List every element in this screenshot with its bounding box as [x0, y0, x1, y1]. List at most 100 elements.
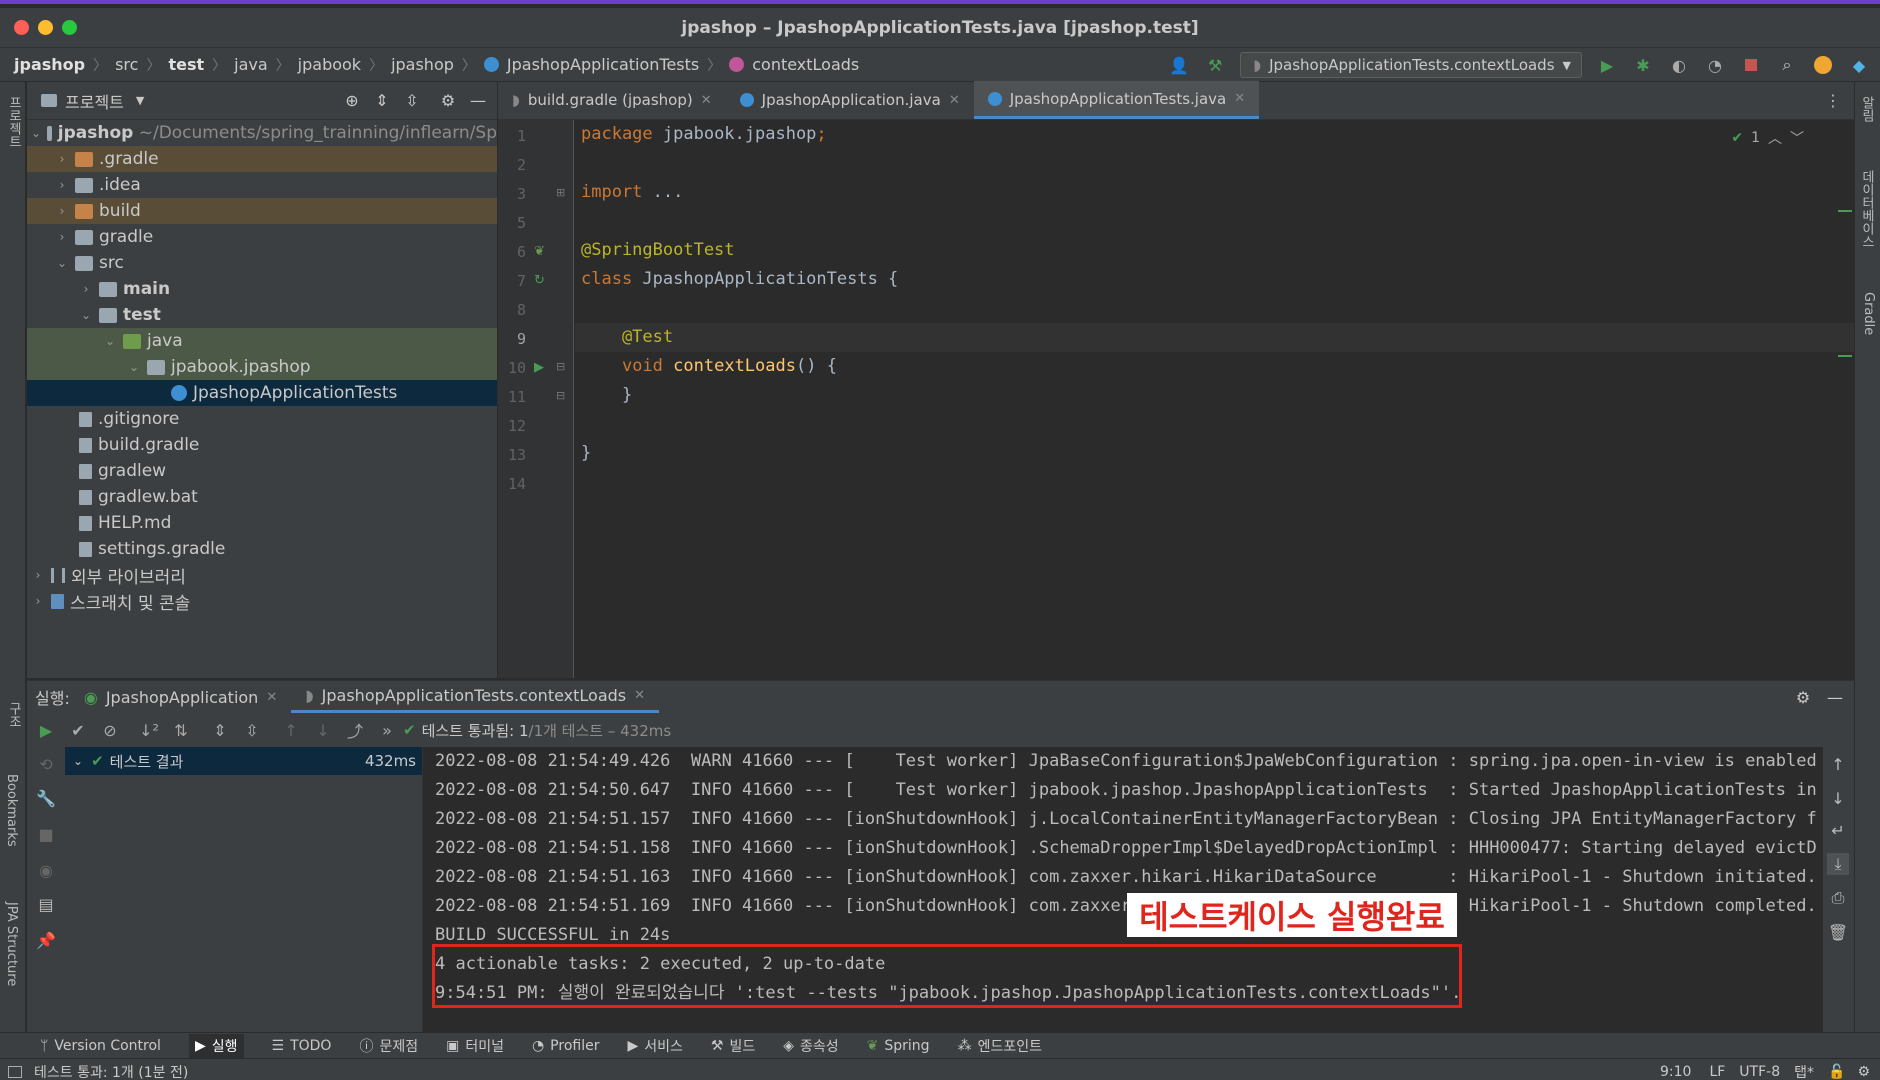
tree-item[interactable]: build.gradle [27, 432, 497, 458]
profile-icon[interactable]: ◔ [1704, 54, 1726, 76]
tab-build-gradle[interactable]: ◗ build.gradle (jpashop) ✕ [498, 81, 726, 119]
close-icon[interactable]: ✕ [634, 688, 645, 703]
sort-duration-icon[interactable]: ⇅ [170, 719, 192, 741]
wrench-icon[interactable]: 🔧 [35, 787, 57, 809]
close-icon[interactable]: ✕ [701, 93, 712, 108]
toggle-auto-test-icon[interactable]: ⟲ [35, 753, 57, 775]
chevron-up-icon[interactable]: ︿ [1768, 128, 1782, 148]
tool-todo[interactable]: ☰ TODO [272, 1038, 332, 1054]
search-icon[interactable]: ⌕ [1776, 54, 1798, 76]
code-editor[interactable]: package jpabook.jpashop; import ... @Spr… [575, 120, 1854, 678]
user-icon[interactable]: 👤 [1168, 54, 1190, 76]
expand-all-icon[interactable]: ⇕ [209, 719, 231, 741]
tool-terminal[interactable]: ▣ 터미널 [446, 1036, 504, 1056]
rerun-icon[interactable]: ▶ [35, 719, 57, 741]
tree-item[interactable]: ⌄ src [27, 250, 497, 276]
tab-jpashop-application[interactable]: JpashopApplication.java ✕ [726, 81, 974, 119]
chevron-right-icon[interactable]: › [31, 568, 45, 582]
tab-jpashop-application-tests[interactable]: JpashopApplicationTests.java ✕ [973, 81, 1260, 119]
tool-endpoints[interactable]: ⁂ 엔드포인트 [958, 1036, 1042, 1056]
chevron-down-icon[interactable]: ⌄ [79, 308, 93, 322]
tree-item[interactable]: .gitignore [27, 406, 497, 432]
run-icon[interactable]: ▶ [1596, 54, 1618, 76]
tree-item[interactable]: ⌄ jpabook.jpashop [27, 354, 497, 380]
chevron-right-icon[interactable]: › [55, 152, 69, 166]
tool-database-label[interactable]: 데이터베이스 [1857, 170, 1876, 248]
chevron-right-icon[interactable]: › [55, 204, 69, 218]
caret-position[interactable]: 9:10 [1660, 1064, 1691, 1080]
trash-icon[interactable]: 🗑 [1827, 921, 1849, 943]
zoom-window-button[interactable] [62, 20, 77, 35]
tool-dependencies[interactable]: ◈ 종속성 [783, 1036, 838, 1056]
run-tab-jpashop-application[interactable]: ◉ JpashopApplication ✕ [70, 681, 291, 713]
notifications-icon[interactable]: ⚙ [1857, 1064, 1870, 1080]
chevron-down-icon[interactable]: ⌄ [31, 126, 41, 140]
locate-icon[interactable]: ⊕ [341, 90, 363, 112]
tool-services[interactable]: ▶ 서비스 [627, 1036, 682, 1056]
breadcrumb-item[interactable]: src [115, 55, 138, 74]
import-results-icon[interactable]: ⤴ [344, 719, 366, 741]
gear-icon[interactable]: ⚙ [437, 90, 459, 112]
tree-item[interactable]: › 외부 라이브러리 [27, 562, 497, 588]
sort-alpha-icon[interactable]: ↓² [138, 719, 160, 741]
breadcrumb-item[interactable]: java [234, 55, 268, 74]
chevron-right-icon[interactable]: › [55, 178, 69, 192]
tree-item[interactable]: › build [27, 198, 497, 224]
tree-item[interactable]: gradlew.bat [27, 484, 497, 510]
chevron-down-icon[interactable]: ⌄ [103, 334, 117, 348]
breadcrumb-item[interactable]: jpashop [14, 55, 85, 74]
tool-structure-label[interactable]: 구조 [4, 702, 23, 728]
tool-build[interactable]: ⚒ 빌드 [711, 1036, 755, 1056]
plugin-logo-icon[interactable]: ◆ [1848, 54, 1870, 76]
scroll-to-end-icon[interactable]: ⤓ [1827, 853, 1849, 875]
run-class-icon[interactable]: ↻ [534, 273, 545, 288]
tree-item[interactable]: ⌄ java [27, 328, 497, 354]
tool-spring[interactable]: ❦ Spring [867, 1038, 930, 1054]
close-icon[interactable]: ✕ [266, 690, 277, 705]
arrow-up-icon[interactable]: ↑ [1827, 753, 1849, 775]
test-root-row[interactable]: ⌄ ✔ 테스트 결과 432ms [65, 747, 422, 775]
breadcrumb-item[interactable]: contextLoads [752, 55, 859, 74]
gear-icon[interactable]: ⚙ [1792, 686, 1814, 708]
expand-all-icon[interactable]: ⇕ [371, 90, 393, 112]
fold-icon[interactable]: ⊞ [556, 186, 565, 199]
collapse-all-icon[interactable]: ⇳ [241, 719, 263, 741]
tool-run[interactable]: ▶ 실행 [188, 1033, 244, 1058]
pin-icon[interactable]: 📌 [35, 929, 57, 951]
tool-jpa-structure-label[interactable]: JPA Structure [4, 902, 19, 986]
run-tab-context-loads[interactable]: ◗ JpashopApplicationTests.contextLoads ✕ [291, 681, 660, 713]
chevron-right-icon[interactable]: › [55, 230, 69, 244]
show-passed-icon[interactable]: ✔ [67, 719, 89, 741]
spring-bean-icon[interactable]: ❦ [534, 244, 545, 259]
close-icon[interactable]: ✕ [1234, 91, 1245, 106]
status-message[interactable]: 테스트 통과: 1개 (1분 전) [34, 1062, 188, 1080]
next-icon[interactable]: ↓ [312, 719, 334, 741]
tool-gradle-label[interactable]: Gradle [1861, 292, 1876, 335]
breadcrumb-item[interactable]: jpabook [298, 55, 361, 74]
close-window-button[interactable] [14, 20, 29, 35]
chevron-down-icon[interactable]: ⌄ [55, 256, 69, 270]
tree-item[interactable]: gradlew [27, 458, 497, 484]
chevron-down-icon[interactable]: ﹀ [1790, 128, 1804, 148]
tree-item[interactable]: ⌄ jpashop ~/Documents/spring_trainning/in… [27, 120, 497, 146]
tree-item[interactable]: › .gradle [27, 146, 497, 172]
chevron-right-icon[interactable]: › [79, 282, 93, 296]
tree-item[interactable]: › main [27, 276, 497, 302]
build-hammer-icon[interactable]: ⚒ [1204, 54, 1226, 76]
indent-setting[interactable]: 탭* [1794, 1062, 1814, 1080]
tool-project-label[interactable]: 프로젝트 [4, 96, 23, 148]
tree-item[interactable]: settings.gradle [27, 536, 497, 562]
more-options-icon[interactable]: ⋮ [1822, 89, 1844, 111]
breadcrumb-item[interactable]: test [168, 55, 204, 74]
lock-icon[interactable]: 🔓 [1828, 1064, 1845, 1080]
update-icon[interactable] [1812, 54, 1834, 76]
debug-icon[interactable]: ✱ [1632, 54, 1654, 76]
show-ignored-icon[interactable]: ⊘ [99, 719, 121, 741]
breadcrumb-item[interactable]: JpashopApplicationTests [507, 55, 699, 74]
stop-icon[interactable]: ■ [35, 823, 57, 845]
inspection-widget[interactable]: ✔ 1 ︿ ﹀ [1731, 128, 1804, 148]
coverage-icon[interactable]: ◐ [1668, 54, 1690, 76]
file-encoding[interactable]: UTF-8 [1739, 1064, 1780, 1080]
chevron-down-icon[interactable]: ▼ [136, 94, 144, 107]
hide-panel-icon[interactable]: — [467, 90, 489, 112]
